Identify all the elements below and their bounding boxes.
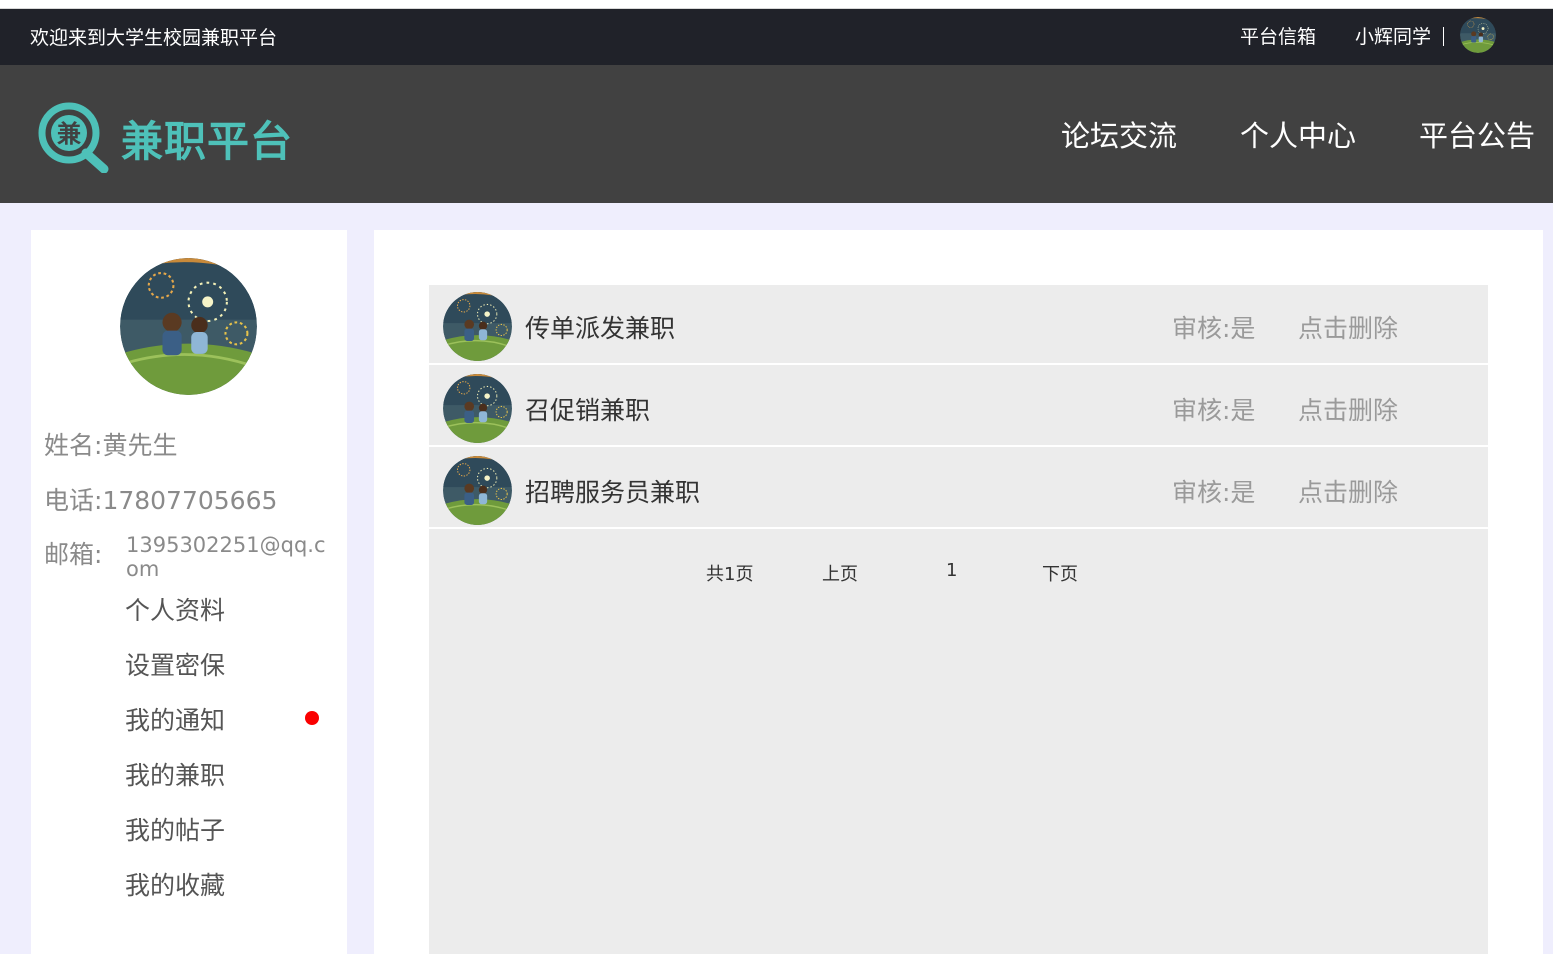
- email-label: 邮箱:: [44, 540, 103, 569]
- welcome-text: 欢迎来到大学生校园兼职平台: [30, 27, 278, 49]
- job-row: 招聘服务员兼职 审核:是 点击删除: [429, 449, 1488, 529]
- job-audit-status: 审核:是: [1172, 396, 1256, 425]
- menu-my-jobs[interactable]: 我的兼职: [125, 756, 225, 792]
- menu-security-question[interactable]: 设置密保: [125, 646, 225, 682]
- job-avatar: [443, 292, 512, 361]
- username-link[interactable]: 小辉同学: [1355, 22, 1431, 49]
- nav-announcements[interactable]: 平台公告: [1419, 113, 1535, 155]
- job-list: 传单派发兼职 审核:是 点击删除 召促销兼职 审核:是 点击删除 招聘服务员兼职…: [429, 285, 1488, 954]
- profile-phone: 电话:17807705665: [44, 481, 277, 517]
- phone-label: 电话:: [44, 486, 103, 515]
- platform-mailbox-link[interactable]: 平台信箱: [1240, 22, 1316, 49]
- job-audit-status: 审核:是: [1172, 314, 1256, 343]
- delete-button[interactable]: 点击删除: [1298, 309, 1398, 345]
- menu-notifications[interactable]: 我的通知: [125, 701, 225, 737]
- nav-personal-center[interactable]: 个人中心: [1240, 113, 1356, 155]
- menu-profile[interactable]: 个人资料: [125, 591, 225, 627]
- job-title[interactable]: 召促销兼职: [525, 391, 650, 427]
- next-page-link[interactable]: 下页: [1042, 560, 1078, 586]
- prev-page-link[interactable]: 上页: [822, 560, 858, 586]
- main-panel: 传单派发兼职 审核:是 点击删除 召促销兼职 审核:是 点击删除 招聘服务员兼职…: [374, 230, 1543, 954]
- top-strip: [0, 0, 1553, 9]
- delete-button[interactable]: 点击删除: [1298, 391, 1398, 427]
- job-audit-status: 审核:是: [1172, 478, 1256, 507]
- nav-forum[interactable]: 论坛交流: [1061, 113, 1177, 155]
- divider: [1443, 27, 1444, 46]
- logo-char: 兼: [57, 120, 81, 148]
- job-row: 传单派发兼职 审核:是 点击删除: [429, 285, 1488, 365]
- user-avatar[interactable]: [1460, 17, 1496, 53]
- name-value: 黄先生: [102, 431, 178, 460]
- email-value: 1395302251@qq.com: [126, 533, 326, 581]
- profile-avatar: [120, 258, 257, 395]
- name-label: 姓名:: [44, 431, 103, 460]
- page-number-link[interactable]: 1: [946, 560, 957, 581]
- profile-name: 姓名:黄先生: [44, 426, 177, 462]
- job-avatar: [443, 456, 512, 525]
- job-title[interactable]: 招聘服务员兼职: [525, 473, 700, 509]
- job-avatar: [443, 374, 512, 443]
- phone-value: 17807705665: [102, 486, 278, 515]
- notification-dot-icon: [305, 711, 319, 725]
- delete-button[interactable]: 点击删除: [1298, 473, 1398, 509]
- logo-text[interactable]: 兼职平台: [121, 108, 293, 169]
- logo-icon[interactable]: 兼: [36, 101, 110, 173]
- job-title[interactable]: 传单派发兼职: [525, 309, 675, 345]
- site-header: 兼 兼职平台 论坛交流 个人中心 平台公告: [0, 65, 1553, 203]
- job-row: 召促销兼职 审核:是 点击删除: [429, 367, 1488, 447]
- top-bar: 欢迎来到大学生校园兼职平台 平台信箱 小辉同学: [0, 9, 1553, 65]
- profile-sidebar: 姓名:黄先生 电话:17807705665 邮箱: 1395302251@qq.…: [31, 230, 347, 954]
- menu-my-favorites[interactable]: 我的收藏: [125, 866, 225, 902]
- menu-my-posts[interactable]: 我的帖子: [125, 811, 225, 847]
- page-total: 共1页: [706, 564, 754, 585]
